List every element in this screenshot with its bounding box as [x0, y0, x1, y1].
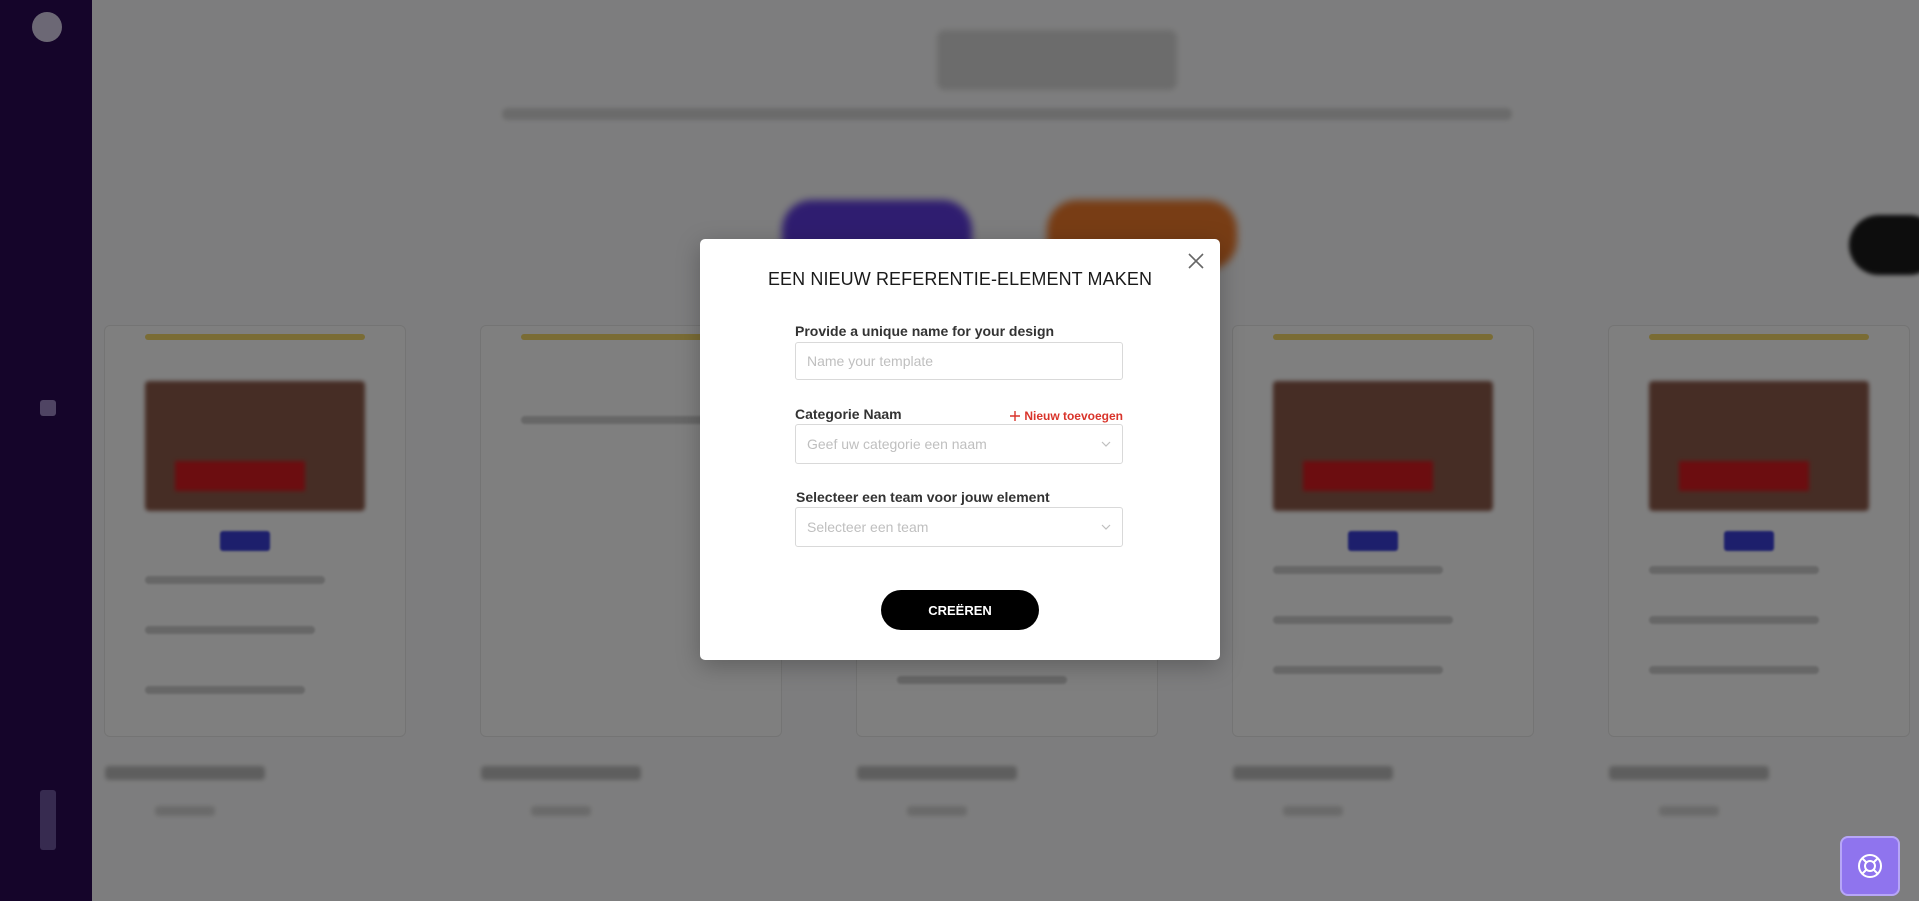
team-select[interactable]: Selecteer een team: [795, 507, 1123, 547]
modal-title: EEN NIEUW REFERENTIE-ELEMENT MAKEN: [767, 269, 1153, 289]
category-field-label: Categorie Naam: [795, 406, 902, 422]
category-select-placeholder: Geef uw categorie een naam: [807, 436, 987, 452]
help-button[interactable]: [1840, 836, 1900, 896]
add-new-category-link[interactable]: Nieuw toevoegen: [1009, 409, 1123, 423]
team-select-placeholder: Selecteer een team: [807, 519, 929, 535]
chevron-down-icon: [1101, 441, 1111, 447]
team-field-label: Selecteer een team voor jouw element: [796, 489, 1050, 505]
chevron-down-icon: [1101, 524, 1111, 530]
category-select[interactable]: Geef uw categorie een naam: [795, 424, 1123, 464]
lifebuoy-icon: [1858, 854, 1882, 878]
template-name-input[interactable]: [795, 342, 1123, 380]
plus-icon: [1010, 411, 1021, 421]
name-field-label: Provide a unique name for your design: [795, 323, 1055, 339]
create-reference-element-modal: EEN NIEUW REFERENTIE-ELEMENT MAKEN Provi…: [700, 239, 1220, 660]
create-button[interactable]: CREËREN: [881, 590, 1039, 630]
add-new-category-label: Nieuw toevoegen: [1024, 409, 1123, 423]
